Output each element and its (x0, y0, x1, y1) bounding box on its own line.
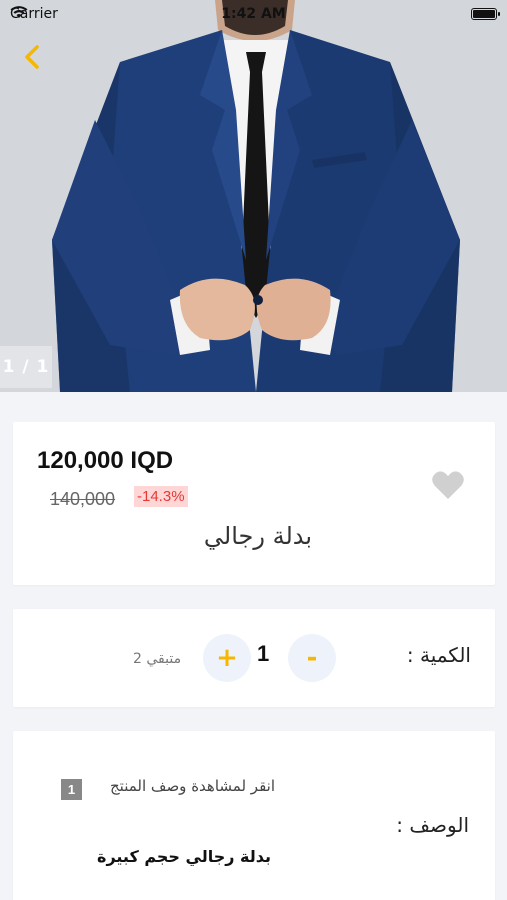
product-detail-screen: Carrier 1:42 AM 1 / 1 120,000 IQD 140,00… (0, 0, 507, 900)
back-button[interactable] (22, 44, 52, 74)
heart-icon (432, 471, 464, 499)
status-bar: Carrier 1:42 AM (0, 0, 507, 28)
quantity-value: 1 (257, 641, 270, 666)
original-price: 140,000 (50, 489, 116, 509)
favorite-button[interactable] (431, 469, 465, 501)
battery-icon (471, 8, 500, 20)
chevron-left-icon (25, 45, 39, 69)
discount-badge: -14.3% (134, 486, 188, 507)
image-counter: 1 / 1 (0, 346, 52, 388)
product-info-card: 120,000 IQD 140,000 -14.3% بدلة رجالي (13, 422, 495, 585)
description-label: الوصف : (396, 813, 469, 837)
product-photo-illustration (0, 0, 507, 392)
stock-remaining: متبقي 2 (133, 651, 182, 667)
decrease-quantity-button[interactable]: - (288, 634, 336, 682)
product-name: بدلة رجالي (203, 522, 313, 550)
increase-quantity-button[interactable]: + (203, 634, 251, 682)
description-card: انقر لمشاهدة وصف المنتج 1 الوصف : بدلة ر… (13, 731, 495, 900)
status-time: 1:42 AM (221, 6, 286, 22)
view-description-link[interactable]: انقر لمشاهدة وصف المنتج (110, 777, 275, 795)
description-text: بدلة رجالي حجم كبيرة (97, 847, 271, 866)
quantity-card: الكمية : - 1 + متبقي 2 (13, 609, 495, 707)
quantity-label: الكمية : (406, 643, 471, 667)
product-price: 120,000 IQD (37, 447, 174, 474)
product-image[interactable]: Carrier 1:42 AM 1 / 1 (0, 0, 507, 392)
description-badge: 1 (61, 779, 82, 800)
